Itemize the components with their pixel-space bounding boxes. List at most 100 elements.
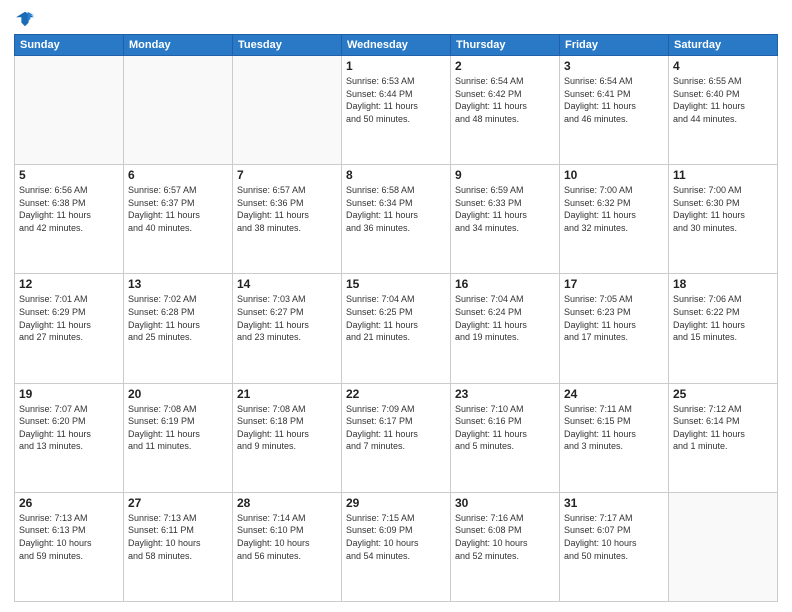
calendar-week-row: 19 Sunrise: 7:07 AM Sunset: 6:20 PM Dayli… (15, 383, 778, 492)
calendar-week-row: 5 Sunrise: 6:56 AM Sunset: 6:38 PM Daylig… (15, 165, 778, 274)
calendar-cell: 24 Sunrise: 7:11 AM Sunset: 6:15 PM Dayli… (560, 383, 669, 492)
calendar-cell: 12 Sunrise: 7:01 AM Sunset: 6:29 PM Dayli… (15, 274, 124, 383)
day-number: 8 (346, 168, 446, 182)
day-number: 1 (346, 59, 446, 73)
day-info: Sunrise: 7:00 AM Sunset: 6:30 PM Dayligh… (673, 184, 773, 234)
day-number: 21 (237, 387, 337, 401)
calendar-cell (124, 56, 233, 165)
calendar-cell: 16 Sunrise: 7:04 AM Sunset: 6:24 PM Dayli… (451, 274, 560, 383)
day-number: 18 (673, 277, 773, 291)
day-info: Sunrise: 7:04 AM Sunset: 6:24 PM Dayligh… (455, 293, 555, 343)
day-number: 4 (673, 59, 773, 73)
calendar-cell: 30 Sunrise: 7:16 AM Sunset: 6:08 PM Dayli… (451, 492, 560, 601)
day-number: 6 (128, 168, 228, 182)
day-info: Sunrise: 7:10 AM Sunset: 6:16 PM Dayligh… (455, 403, 555, 453)
day-number: 16 (455, 277, 555, 291)
day-info: Sunrise: 7:01 AM Sunset: 6:29 PM Dayligh… (19, 293, 119, 343)
day-info: Sunrise: 7:11 AM Sunset: 6:15 PM Dayligh… (564, 403, 664, 453)
day-number: 30 (455, 496, 555, 510)
calendar-cell: 21 Sunrise: 7:08 AM Sunset: 6:18 PM Dayli… (233, 383, 342, 492)
day-info: Sunrise: 6:59 AM Sunset: 6:33 PM Dayligh… (455, 184, 555, 234)
calendar-week-row: 12 Sunrise: 7:01 AM Sunset: 6:29 PM Dayli… (15, 274, 778, 383)
day-info: Sunrise: 6:53 AM Sunset: 6:44 PM Dayligh… (346, 75, 446, 125)
day-number: 26 (19, 496, 119, 510)
day-number: 13 (128, 277, 228, 291)
col-header-saturday: Saturday (669, 35, 778, 56)
logo-bird-icon (16, 10, 34, 28)
day-info: Sunrise: 6:54 AM Sunset: 6:42 PM Dayligh… (455, 75, 555, 125)
calendar-cell: 8 Sunrise: 6:58 AM Sunset: 6:34 PM Daylig… (342, 165, 451, 274)
calendar-cell: 1 Sunrise: 6:53 AM Sunset: 6:44 PM Daylig… (342, 56, 451, 165)
day-info: Sunrise: 7:02 AM Sunset: 6:28 PM Dayligh… (128, 293, 228, 343)
day-number: 19 (19, 387, 119, 401)
calendar-cell: 19 Sunrise: 7:07 AM Sunset: 6:20 PM Dayli… (15, 383, 124, 492)
calendar-cell: 23Sunrise: 7:10 AM Sunset: 6:16 PM Dayli… (451, 383, 560, 492)
day-info: Sunrise: 7:12 AM Sunset: 6:14 PM Dayligh… (673, 403, 773, 453)
calendar-cell: 27 Sunrise: 7:13 AM Sunset: 6:11 PM Dayli… (124, 492, 233, 601)
day-number: 9 (455, 168, 555, 182)
col-header-thursday: Thursday (451, 35, 560, 56)
day-number: 2 (455, 59, 555, 73)
day-info: Sunrise: 6:54 AM Sunset: 6:41 PM Dayligh… (564, 75, 664, 125)
calendar-cell: 17Sunrise: 7:05 AM Sunset: 6:23 PM Dayli… (560, 274, 669, 383)
calendar-cell: 14Sunrise: 7:03 AM Sunset: 6:27 PM Dayli… (233, 274, 342, 383)
calendar-cell: 11 Sunrise: 7:00 AM Sunset: 6:30 PM Dayli… (669, 165, 778, 274)
day-info: Sunrise: 7:13 AM Sunset: 6:13 PM Dayligh… (19, 512, 119, 562)
day-number: 28 (237, 496, 337, 510)
page: SundayMondayTuesdayWednesdayThursdayFrid… (0, 0, 792, 612)
day-info: Sunrise: 7:15 AM Sunset: 6:09 PM Dayligh… (346, 512, 446, 562)
day-number: 22 (346, 387, 446, 401)
col-header-monday: Monday (124, 35, 233, 56)
calendar-cell: 22Sunrise: 7:09 AM Sunset: 6:17 PM Dayli… (342, 383, 451, 492)
calendar-cell: 29 Sunrise: 7:15 AM Sunset: 6:09 PM Dayli… (342, 492, 451, 601)
day-number: 14 (237, 277, 337, 291)
day-info: Sunrise: 6:55 AM Sunset: 6:40 PM Dayligh… (673, 75, 773, 125)
calendar-cell: 25 Sunrise: 7:12 AM Sunset: 6:14 PM Dayli… (669, 383, 778, 492)
calendar-cell: 31Sunrise: 7:17 AM Sunset: 6:07 PM Dayli… (560, 492, 669, 601)
day-number: 25 (673, 387, 773, 401)
calendar-cell: 6Sunrise: 6:57 AM Sunset: 6:37 PM Daylig… (124, 165, 233, 274)
calendar-cell: 10Sunrise: 7:00 AM Sunset: 6:32 PM Dayli… (560, 165, 669, 274)
calendar-cell: 13 Sunrise: 7:02 AM Sunset: 6:28 PM Dayli… (124, 274, 233, 383)
logo (14, 10, 34, 28)
day-number: 5 (19, 168, 119, 182)
day-info: Sunrise: 7:07 AM Sunset: 6:20 PM Dayligh… (19, 403, 119, 453)
calendar-table: SundayMondayTuesdayWednesdayThursdayFrid… (14, 34, 778, 602)
day-number: 27 (128, 496, 228, 510)
day-number: 12 (19, 277, 119, 291)
day-number: 29 (346, 496, 446, 510)
col-header-wednesday: Wednesday (342, 35, 451, 56)
day-number: 20 (128, 387, 228, 401)
calendar-cell: 18Sunrise: 7:06 AM Sunset: 6:22 PM Dayli… (669, 274, 778, 383)
day-info: Sunrise: 7:08 AM Sunset: 6:18 PM Dayligh… (237, 403, 337, 453)
calendar-week-row: 26 Sunrise: 7:13 AM Sunset: 6:13 PM Dayli… (15, 492, 778, 601)
day-info: Sunrise: 6:58 AM Sunset: 6:34 PM Dayligh… (346, 184, 446, 234)
calendar-cell: 2 Sunrise: 6:54 AM Sunset: 6:42 PM Daylig… (451, 56, 560, 165)
day-info: Sunrise: 7:13 AM Sunset: 6:11 PM Dayligh… (128, 512, 228, 562)
day-number: 24 (564, 387, 664, 401)
col-header-tuesday: Tuesday (233, 35, 342, 56)
calendar-cell: 3 Sunrise: 6:54 AM Sunset: 6:41 PM Daylig… (560, 56, 669, 165)
calendar-cell: 28 Sunrise: 7:14 AM Sunset: 6:10 PM Dayli… (233, 492, 342, 601)
col-header-sunday: Sunday (15, 35, 124, 56)
day-number: 31 (564, 496, 664, 510)
day-info: Sunrise: 7:16 AM Sunset: 6:08 PM Dayligh… (455, 512, 555, 562)
day-info: Sunrise: 7:04 AM Sunset: 6:25 PM Dayligh… (346, 293, 446, 343)
day-info: Sunrise: 7:05 AM Sunset: 6:23 PM Dayligh… (564, 293, 664, 343)
calendar-header-row: SundayMondayTuesdayWednesdayThursdayFrid… (15, 35, 778, 56)
day-number: 10 (564, 168, 664, 182)
calendar-cell: 15Sunrise: 7:04 AM Sunset: 6:25 PM Dayli… (342, 274, 451, 383)
day-info: Sunrise: 7:14 AM Sunset: 6:10 PM Dayligh… (237, 512, 337, 562)
header (14, 10, 778, 28)
day-number: 3 (564, 59, 664, 73)
day-info: Sunrise: 6:56 AM Sunset: 6:38 PM Dayligh… (19, 184, 119, 234)
calendar-cell: 9 Sunrise: 6:59 AM Sunset: 6:33 PM Daylig… (451, 165, 560, 274)
calendar-cell: 4 Sunrise: 6:55 AM Sunset: 6:40 PM Daylig… (669, 56, 778, 165)
calendar-cell: 26 Sunrise: 7:13 AM Sunset: 6:13 PM Dayli… (15, 492, 124, 601)
day-info: Sunrise: 7:08 AM Sunset: 6:19 PM Dayligh… (128, 403, 228, 453)
calendar-cell: 5 Sunrise: 6:56 AM Sunset: 6:38 PM Daylig… (15, 165, 124, 274)
calendar-cell: 20 Sunrise: 7:08 AM Sunset: 6:19 PM Dayli… (124, 383, 233, 492)
col-header-friday: Friday (560, 35, 669, 56)
day-number: 11 (673, 168, 773, 182)
day-info: Sunrise: 6:57 AM Sunset: 6:36 PM Dayligh… (237, 184, 337, 234)
